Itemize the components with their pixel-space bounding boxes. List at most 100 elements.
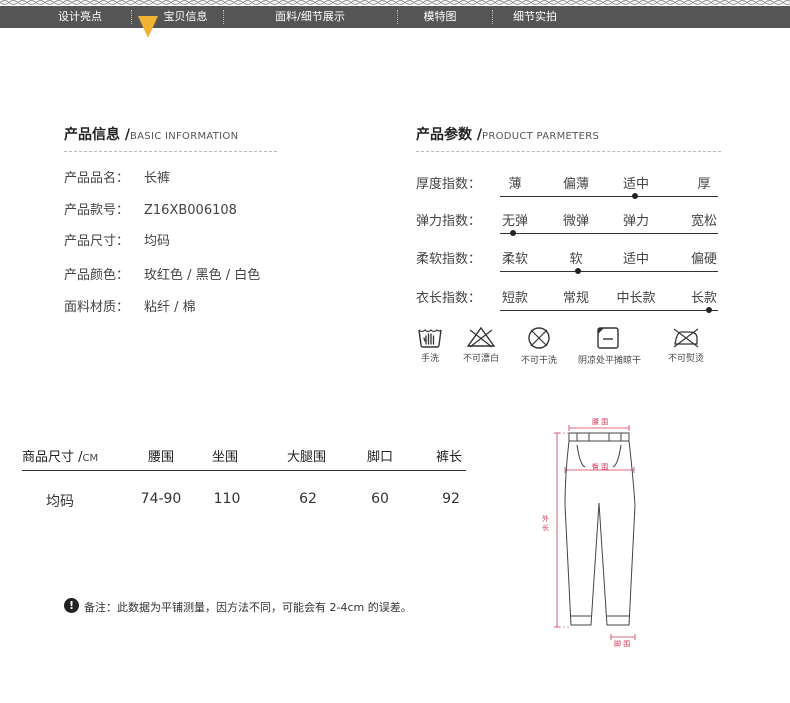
size-table-divider <box>22 470 466 471</box>
chain-link <box>378 0 387 5</box>
info-label: 产品颜色： <box>64 268 130 283</box>
chain-link <box>279 0 288 5</box>
chain-link <box>135 0 144 5</box>
chain-link <box>765 0 774 5</box>
chain-link <box>306 0 315 5</box>
chain-link <box>675 0 684 5</box>
parameter-option: 柔软 <box>501 252 529 267</box>
chain-link <box>189 0 198 5</box>
chain-link <box>540 0 549 5</box>
chain-link <box>648 0 657 5</box>
info-value: 长裤 <box>144 171 171 186</box>
chain-link <box>450 0 459 5</box>
parameter-option: 适中 <box>622 177 650 192</box>
size-value-waist: 74-90 <box>140 491 182 507</box>
size-value-thigh: 62 <box>299 491 317 507</box>
chain-link <box>243 0 252 5</box>
parameter-label: 厚度指数： <box>416 177 482 192</box>
parameter-scale-line <box>500 196 718 197</box>
chain-link <box>225 0 234 5</box>
col-header-thigh: 大腿围 <box>287 450 327 465</box>
parameter-option: 薄 <box>508 177 522 192</box>
chain-link <box>369 0 378 5</box>
chain-link <box>27 0 36 5</box>
size-table-title-cn: 商品尺寸 / <box>22 450 83 465</box>
info-value: Z16XB006108 <box>144 203 237 218</box>
chain-link <box>531 0 540 5</box>
parameter-scale-line <box>500 233 718 234</box>
size-value-hem: 60 <box>371 491 389 507</box>
parameter-option: 短款 <box>501 291 529 306</box>
chain-link <box>774 0 783 5</box>
care-no-iron: 不可熨烫 <box>656 326 716 364</box>
chain-link <box>72 0 81 5</box>
chain-link <box>576 0 585 5</box>
basic-info-title: 产品信息 /BASIC INFORMATION <box>64 124 238 144</box>
chain-link <box>0 0 9 5</box>
nav-separator <box>397 10 398 24</box>
waist-label: 腰 围 <box>592 418 609 426</box>
chain-link <box>432 0 441 5</box>
parameter-option: 偏薄 <box>562 177 590 192</box>
parameter-option: 偏硬 <box>690 252 718 267</box>
chain-link <box>342 0 351 5</box>
size-table-title: 商品尺寸 /CM <box>22 446 98 465</box>
parameter-option: 微弹 <box>562 214 590 229</box>
length-label: 外 长 <box>542 515 549 532</box>
chain-link <box>54 0 63 5</box>
parameter-option: 软 <box>569 252 583 267</box>
chain-link <box>693 0 702 5</box>
exclamation-icon: ! <box>64 598 79 613</box>
parameter-indicator-dot <box>575 268 582 274</box>
chain-link <box>261 0 270 5</box>
chain-link <box>396 0 405 5</box>
parameter-option: 长款 <box>690 291 718 306</box>
chain-link <box>657 0 666 5</box>
nav-item-fabric-detail[interactable]: 面料/细节展示 <box>255 6 365 28</box>
parameter-option: 常规 <box>562 291 590 306</box>
care-label: 不可漂白 <box>462 354 499 364</box>
size-table-unit: CM <box>82 453 99 464</box>
size-row-label: 均码 <box>46 494 74 510</box>
nav-item-design[interactable]: 设计亮点 <box>40 6 120 28</box>
info-value: 玫红色 / 黑色 / 白色 <box>144 268 261 283</box>
parameter-option: 厚 <box>697 177 711 192</box>
chain-link <box>783 0 790 5</box>
chain-link <box>441 0 450 5</box>
active-nav-arrow-icon <box>138 16 158 38</box>
chain-link <box>81 0 90 5</box>
parameter-label: 衣长指数： <box>416 291 482 306</box>
nav-item-detail-photos[interactable]: 细节实拍 <box>500 6 570 28</box>
chain-link <box>171 0 180 5</box>
nav-item-product-info[interactable]: 宝贝信息 <box>148 6 223 28</box>
basic-info-title-cn: 产品信息 / <box>64 127 130 143</box>
no-tumble-dry-icon <box>528 327 550 349</box>
chain-link <box>702 0 711 5</box>
hand-wash-icon <box>418 329 442 348</box>
chain-link <box>549 0 558 5</box>
parameter-option: 弹力 <box>622 214 650 229</box>
chain-link <box>747 0 756 5</box>
chain-link <box>666 0 675 5</box>
chain-link <box>351 0 360 5</box>
chain-link <box>180 0 189 5</box>
nav-separator <box>223 10 224 24</box>
info-value: 粘纤 / 棉 <box>144 300 196 315</box>
col-header-waist: 腰围 <box>148 450 175 465</box>
chain-link <box>711 0 720 5</box>
chain-border-decoration <box>0 0 790 5</box>
col-header-hem: 脚口 <box>367 450 394 465</box>
chain-link <box>513 0 522 5</box>
nav-item-model[interactable]: 模特图 <box>405 6 475 28</box>
chain-link <box>594 0 603 5</box>
chain-link <box>504 0 513 5</box>
measurement-note: 备注：此数据为平铺测量，因方法不同，可能会有 2-4cm 的误差。 <box>84 601 412 614</box>
parameters-title-en: PRODUCT PARMETERS <box>482 131 600 142</box>
chain-link <box>252 0 261 5</box>
chain-link <box>360 0 369 5</box>
chain-link <box>468 0 477 5</box>
info-value: 均码 <box>144 234 171 249</box>
parameter-scale-line <box>500 310 718 311</box>
chain-link <box>423 0 432 5</box>
no-bleach-icon <box>466 326 496 348</box>
